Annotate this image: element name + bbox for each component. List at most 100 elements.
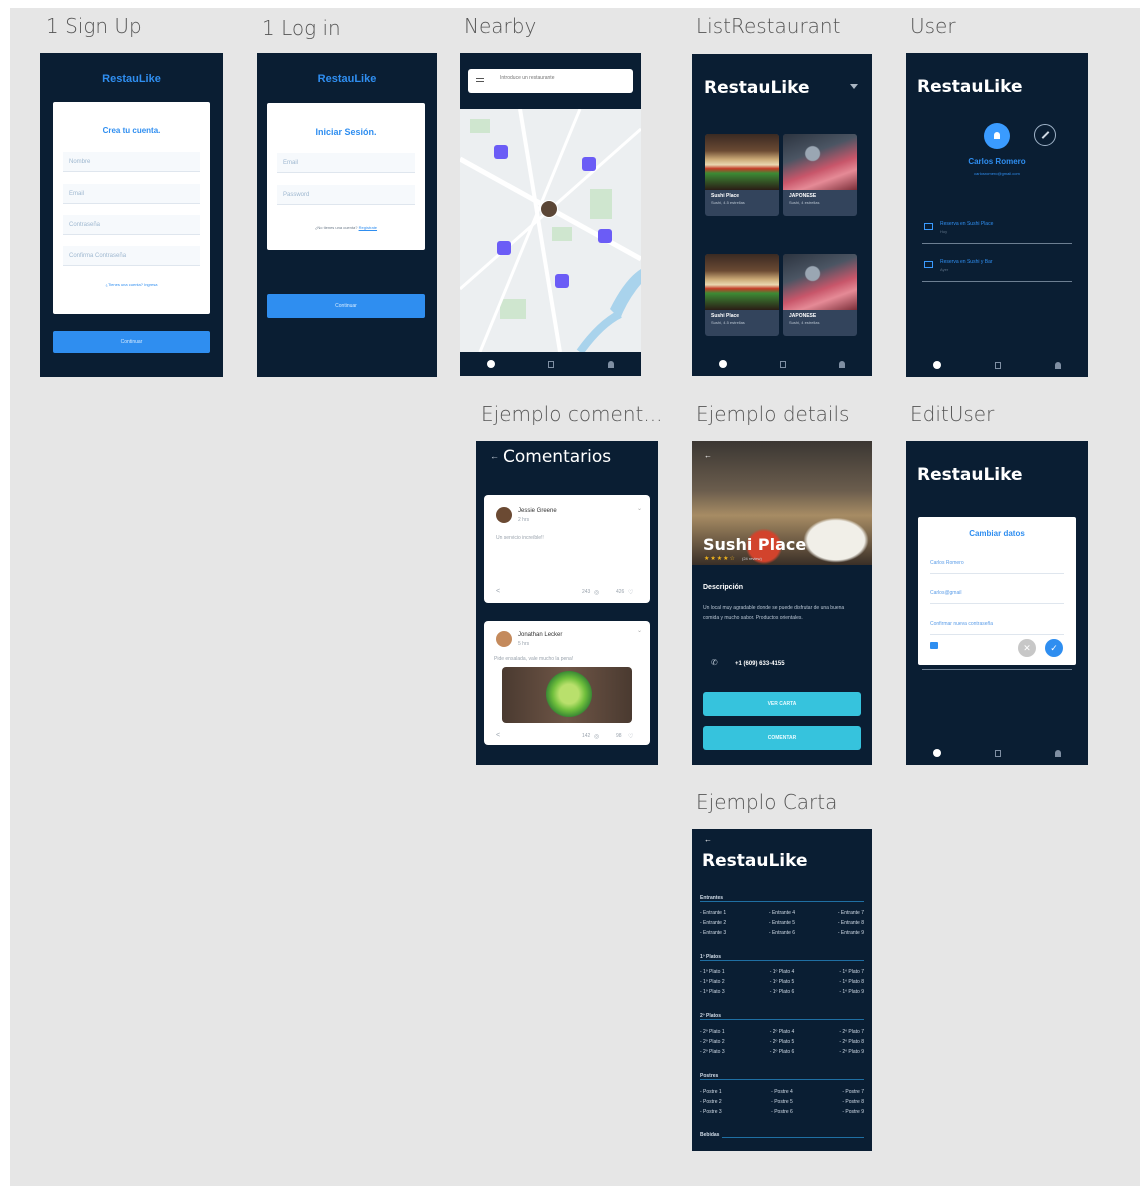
- menu-item[interactable]: - 2º Plato 4: [770, 1029, 795, 1035]
- menu-icon[interactable]: [476, 78, 484, 79]
- continue-button[interactable]: Continuar: [267, 294, 425, 318]
- restaurant-card[interactable]: Sushi Place Sushi, 4.5 estrellas: [705, 254, 779, 336]
- search-bar[interactable]: [468, 69, 633, 93]
- menu-item[interactable]: - 1º Plato 7: [839, 969, 864, 975]
- frame-label-nearby[interactable]: Nearby: [464, 14, 536, 38]
- comment-icon[interactable]: ◎: [594, 733, 599, 740]
- menu-item[interactable]: - 1º Plato 4: [770, 969, 795, 975]
- menu-item[interactable]: - 1º Plato 2: [700, 979, 725, 985]
- login-link[interactable]: ¿Tienes una cuenta? Ingresa: [53, 282, 210, 287]
- name-field[interactable]: Nombre: [63, 152, 200, 172]
- confirm-password-field[interactable]: Confirma Contraseña: [63, 246, 200, 266]
- edit-profile-button[interactable]: [1034, 124, 1056, 146]
- list-tab-icon[interactable]: [995, 361, 1001, 369]
- frame-label-login[interactable]: 1 Log in: [262, 16, 341, 40]
- menu-item[interactable]: - Entrante 4: [769, 910, 795, 916]
- menu-item[interactable]: - 2º Plato 5: [770, 1039, 795, 1045]
- list-tab-icon[interactable]: [779, 360, 786, 368]
- frame-label-list[interactable]: ListRestaurant: [696, 14, 840, 38]
- menu-item[interactable]: - 2º Plato 8: [839, 1039, 864, 1045]
- menu-item[interactable]: - 2º Plato 1: [700, 1029, 725, 1035]
- frame-label-details[interactable]: Ejemplo details: [696, 402, 849, 426]
- menu-item[interactable]: - 1º Plato 1: [700, 969, 725, 975]
- view-menu-button[interactable]: VER CARTA: [703, 692, 861, 716]
- profile-tab-icon[interactable]: [1055, 749, 1061, 757]
- edit-modal[interactable]: Cambiar datos Carlos Romero Carlos@gmail…: [918, 517, 1076, 665]
- menu-item[interactable]: - Entrante 9: [838, 930, 864, 936]
- menu-item[interactable]: - Postre 2: [700, 1099, 722, 1105]
- nearby-frame[interactable]: [460, 53, 641, 376]
- menu-item[interactable]: - Postre 4: [771, 1089, 793, 1095]
- carta-frame[interactable]: ← RestauLike Entrantes - Entrante 1- Ent…: [692, 829, 872, 1151]
- menu-item[interactable]: - 2º Plato 6: [770, 1049, 795, 1055]
- menu-item[interactable]: - Entrante 5: [769, 920, 795, 926]
- explore-tab-icon[interactable]: [718, 360, 727, 368]
- frame-label-edituser[interactable]: EditUser: [910, 402, 994, 426]
- password-field[interactable]: Contraseña: [63, 215, 200, 235]
- map-view[interactable]: [460, 109, 641, 352]
- explore-tab-icon[interactable]: [486, 360, 495, 368]
- share-icon[interactable]: <: [496, 732, 500, 739]
- user-frame[interactable]: RestauLike Carlos Romero carlosromero@gm…: [906, 53, 1088, 377]
- menu-item[interactable]: - Postre 8: [842, 1099, 864, 1105]
- profile-tab-icon[interactable]: [1055, 361, 1061, 369]
- password-field[interactable]: Password: [277, 185, 415, 205]
- back-arrow-icon[interactable]: ←: [490, 451, 499, 461]
- menu-item[interactable]: - Entrante 8: [838, 920, 864, 926]
- chevron-down-icon[interactable]: ⌄: [637, 627, 642, 634]
- menu-item[interactable]: - 1º Plato 5: [770, 979, 795, 985]
- comment-button[interactable]: COMENTAR: [703, 726, 861, 750]
- profile-tab-icon[interactable]: [608, 360, 615, 368]
- chevron-down-icon[interactable]: [850, 84, 858, 89]
- menu-item[interactable]: - Entrante 7: [838, 910, 864, 916]
- back-arrow-icon[interactable]: ←: [704, 835, 712, 844]
- comment-card[interactable]: Jessie Greene 2 hrs ⌄ Un servicio increí…: [484, 495, 650, 603]
- email-field[interactable]: Carlos@gmail: [930, 583, 1064, 604]
- heart-icon[interactable]: ♡: [628, 589, 633, 596]
- menu-item[interactable]: - 1º Plato 8: [839, 979, 864, 985]
- reservation-item[interactable]: Reserva en Sushi Place Hoy: [922, 219, 1072, 244]
- explore-tab-icon[interactable]: [933, 749, 941, 757]
- menu-item[interactable]: - 2º Plato 2: [700, 1039, 725, 1045]
- restaurant-card[interactable]: Sushi Place Sushi, 4.5 estrellas: [705, 134, 779, 216]
- menu-item[interactable]: - 1º Plato 9: [839, 989, 864, 995]
- signup-frame[interactable]: RestauLike Crea tu cuenta. Nombre Email …: [40, 53, 223, 377]
- edituser-frame[interactable]: RestauLike Cambiar datos Carlos Romero C…: [906, 441, 1088, 765]
- name-field[interactable]: Carlos Romero: [930, 553, 1064, 574]
- password-field[interactable]: Confirmar nueva contraseña: [930, 614, 1064, 635]
- menu-item[interactable]: - Entrante 2: [700, 920, 726, 926]
- menu-item[interactable]: - Postre 5: [771, 1099, 793, 1105]
- search-input[interactable]: [498, 74, 627, 82]
- profile-tab-icon[interactable]: [839, 360, 846, 368]
- menu-item[interactable]: - Entrante 3: [700, 930, 726, 936]
- email-field[interactable]: Email: [63, 184, 200, 204]
- restaurant-marker[interactable]: [497, 241, 511, 255]
- menu-item[interactable]: - Postre 1: [700, 1089, 722, 1095]
- phone-number[interactable]: +1 (609) 633-4155: [735, 661, 785, 667]
- menu-item[interactable]: - Entrante 6: [769, 930, 795, 936]
- menu-item[interactable]: - 1º Plato 6: [770, 989, 795, 995]
- menu-item[interactable]: - Postre 3: [700, 1109, 722, 1115]
- details-frame[interactable]: ← Sushi Place ★★★★☆ (24 review) Descripc…: [692, 441, 872, 765]
- cancel-button[interactable]: ✕: [1018, 639, 1036, 657]
- restaurant-marker[interactable]: [598, 229, 612, 243]
- restaurant-marker[interactable]: [555, 274, 569, 288]
- register-link[interactable]: Regístrate: [359, 225, 377, 230]
- restaurant-card[interactable]: JAPONESE Sushi, 4 estrellas: [783, 134, 857, 216]
- restaurant-marker[interactable]: [494, 145, 508, 159]
- explore-tab-icon[interactable]: [933, 361, 941, 369]
- confirm-button[interactable]: ✓: [1045, 639, 1063, 657]
- comments-frame[interactable]: ← Comentarios Jessie Greene 2 hrs ⌄ Un s…: [476, 441, 658, 765]
- reservation-item[interactable]: Reserva en Sushi y Bar Ayer: [922, 257, 1072, 282]
- list-frame[interactable]: RestauLike Sushi Place Sushi, 4.5 estrel…: [692, 54, 872, 376]
- menu-item[interactable]: - Postre 6: [771, 1109, 793, 1115]
- chevron-down-icon[interactable]: ⌄: [637, 505, 642, 512]
- heart-icon[interactable]: ♡: [628, 733, 633, 740]
- frame-label-signup[interactable]: 1 Sign Up: [46, 14, 142, 38]
- continue-button[interactable]: Continuar: [53, 331, 210, 353]
- menu-item[interactable]: - 2º Plato 7: [839, 1029, 864, 1035]
- login-frame[interactable]: RestauLike Iniciar Sesión. Email Passwor…: [257, 53, 437, 377]
- list-tab-icon[interactable]: [995, 749, 1001, 757]
- menu-item[interactable]: - 2º Plato 9: [839, 1049, 864, 1055]
- menu-item[interactable]: - 2º Plato 3: [700, 1049, 725, 1055]
